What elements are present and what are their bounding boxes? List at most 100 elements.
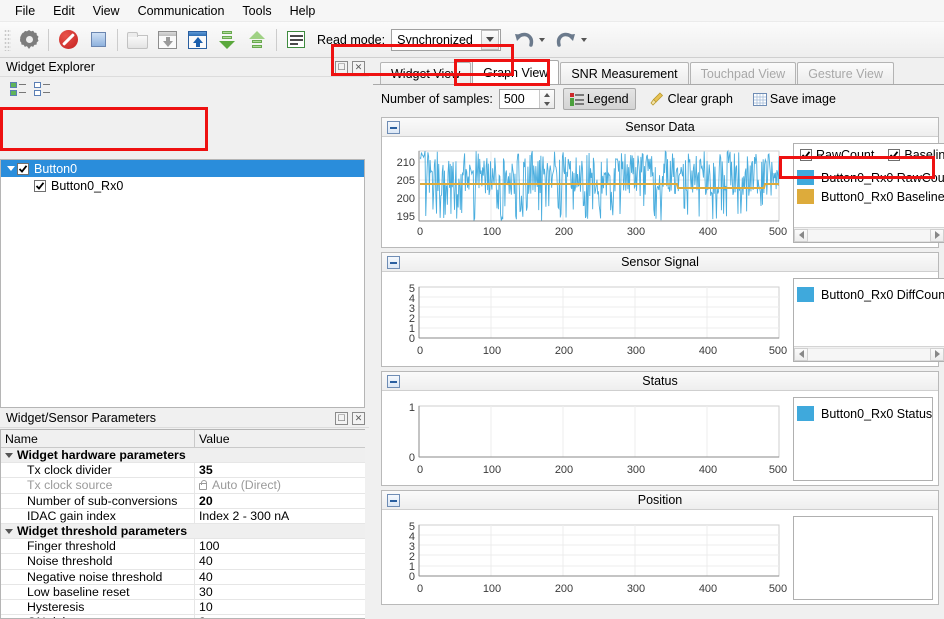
table-row[interactable]: Noise threshold 40 [1,554,365,570]
tree-checkbox[interactable] [17,162,29,175]
menu-item-edit[interactable]: Edit [44,2,84,20]
y-tick: 0 [409,452,415,464]
sensor-data-title: Sensor Data [625,120,695,134]
float-icon[interactable]: ☐ [335,60,348,74]
x-tick: 200 [555,345,573,357]
open-folder-icon[interactable] [122,25,152,55]
collapse-icon[interactable] [387,256,400,269]
chevron-down-icon[interactable] [1,452,17,458]
close-icon[interactable]: ✕ [352,60,365,74]
status-plot[interactable]: 1 0 0 100 200 300 400 500 [387,397,787,481]
stepper-up-icon[interactable] [540,90,554,99]
legend-item[interactable]: Button0_Rx0 Baseline [797,187,944,206]
position-group: Position 5 4 3 2 1 0 0 100 200 300 400 5… [381,490,939,605]
tree-checkbox[interactable] [34,179,46,192]
undo-button[interactable] [511,30,547,50]
log-icon[interactable] [281,25,311,55]
table-row[interactable]: Widget hardware parameters [1,448,365,464]
samples-value[interactable]: 500 [500,92,539,106]
param-name: Number of sub-conversions [1,493,195,508]
tab-widget-view[interactable]: Widget View [380,62,472,84]
table-row[interactable]: ON debounce 3 [1,615,365,618]
stepper-buttons[interactable] [538,90,554,108]
scroll-track[interactable] [808,228,930,242]
stop-icon[interactable] [83,25,113,55]
scroll-track[interactable] [808,347,930,361]
table-row[interactable]: Widget threshold parameters [1,523,365,540]
chevron-down-icon[interactable] [481,29,500,50]
legend-entries [794,517,932,599]
table-row[interactable]: Number of sub-conversions 20 [1,493,365,509]
x-tick: 300 [627,464,645,476]
clear-graph-button[interactable]: Clear graph [644,88,739,110]
undo-dropdown-icon[interactable] [539,37,546,42]
apply-up-icon[interactable] [242,25,272,55]
tree-item-button0[interactable]: Button0 [1,160,364,177]
collapse-icon[interactable] [387,375,400,388]
tab-graph-view[interactable]: Graph View [472,60,560,84]
undo-redo-group [511,30,589,50]
close-icon[interactable]: ✕ [352,411,365,425]
baseline-toggle[interactable]: Baseline [888,148,944,162]
table-row[interactable]: Tx clock divider 35 [1,463,365,479]
samples-stepper[interactable]: 500 [498,89,555,109]
x-tick: 200 [555,464,573,476]
save-image-icon [752,92,767,106]
widget-tree[interactable]: Button0 Button0_Rx0 [0,159,365,408]
legend-scrollbar[interactable] [794,227,944,242]
scroll-left-icon[interactable] [794,228,808,242]
save-image-button[interactable]: Save image [747,88,842,110]
stepper-down-icon[interactable] [540,99,554,108]
collapse-icon[interactable] [387,494,400,507]
menu-item-view[interactable]: View [84,2,129,20]
disconnect-icon[interactable] [53,25,83,55]
table-row[interactable]: Hysteresis 10 [1,599,365,616]
menu-item-help[interactable]: Help [281,2,325,20]
legend-item[interactable]: Button0_Rx0 DiffCount [797,285,944,304]
float-icon[interactable]: ☐ [335,411,348,425]
scroll-right-icon[interactable] [930,228,944,242]
position-plot[interactable]: 5 4 3 2 1 0 0 100 200 300 400 500 [387,516,787,600]
legend-toggle-button[interactable]: Legend [562,88,636,110]
chevron-down-icon[interactable] [1,528,17,534]
sensor-signal-plot[interactable]: 5 4 3 2 1 0 0 100 200 300 400 500 [387,278,787,362]
gear-icon[interactable] [14,25,44,55]
collapse-icon[interactable] [387,121,400,134]
parameters-table[interactable]: Name Value Widget hardware parameters Tx… [0,429,365,619]
x-tick: 200 [555,583,573,595]
legend-swatch [797,406,814,421]
read-to-device-icon[interactable] [152,25,182,55]
legend-scrollbar[interactable] [794,346,944,361]
apply-down-icon[interactable] [212,25,242,55]
uncheck-all-icon[interactable] [30,79,54,99]
param-value: 30 [199,584,213,599]
read-mode-select[interactable]: Synchronized [391,28,502,51]
baseline-checkbox[interactable] [888,148,901,161]
write-to-device-icon[interactable] [182,25,212,55]
legend-item[interactable]: Button0_Rx0 RawCount [797,168,944,187]
samples-label: Number of samples: [381,92,493,106]
legend-item[interactable]: Button0_Rx0 Status [797,404,932,423]
rawcount-toggle[interactable]: RawCount [800,148,874,162]
chevron-down-icon[interactable] [5,166,17,171]
toolbar-grip[interactable] [4,28,11,51]
rawcount-checkbox[interactable] [800,148,812,161]
sensor-data-plot[interactable]: 210 205 200 195 0 100 200 300 400 500 [387,143,787,243]
column-header-value: Value [199,431,230,446]
tree-item-button0-rx0[interactable]: Button0_Rx0 [1,177,364,194]
status-header: Status [382,372,938,391]
table-row[interactable]: Low baseline reset 30 [1,584,365,600]
table-row[interactable]: Finger threshold 100 [1,539,365,555]
scroll-right-icon[interactable] [930,347,944,361]
check-all-icon[interactable] [6,79,30,99]
menu-item-tools[interactable]: Tools [233,2,280,20]
x-tick: 0 [417,345,423,357]
redo-dropdown-icon[interactable] [581,37,588,42]
table-row[interactable]: Negative noise threshold 40 [1,569,365,585]
redo-button[interactable] [553,30,589,50]
scroll-left-icon[interactable] [794,347,808,361]
menu-item-file[interactable]: File [6,2,44,20]
tab-snr-measurement[interactable]: SNR Measurement [560,62,689,84]
menu-item-communication[interactable]: Communication [129,2,234,20]
table-row[interactable]: IDAC gain index Index 2 - 300 nA [1,508,365,524]
